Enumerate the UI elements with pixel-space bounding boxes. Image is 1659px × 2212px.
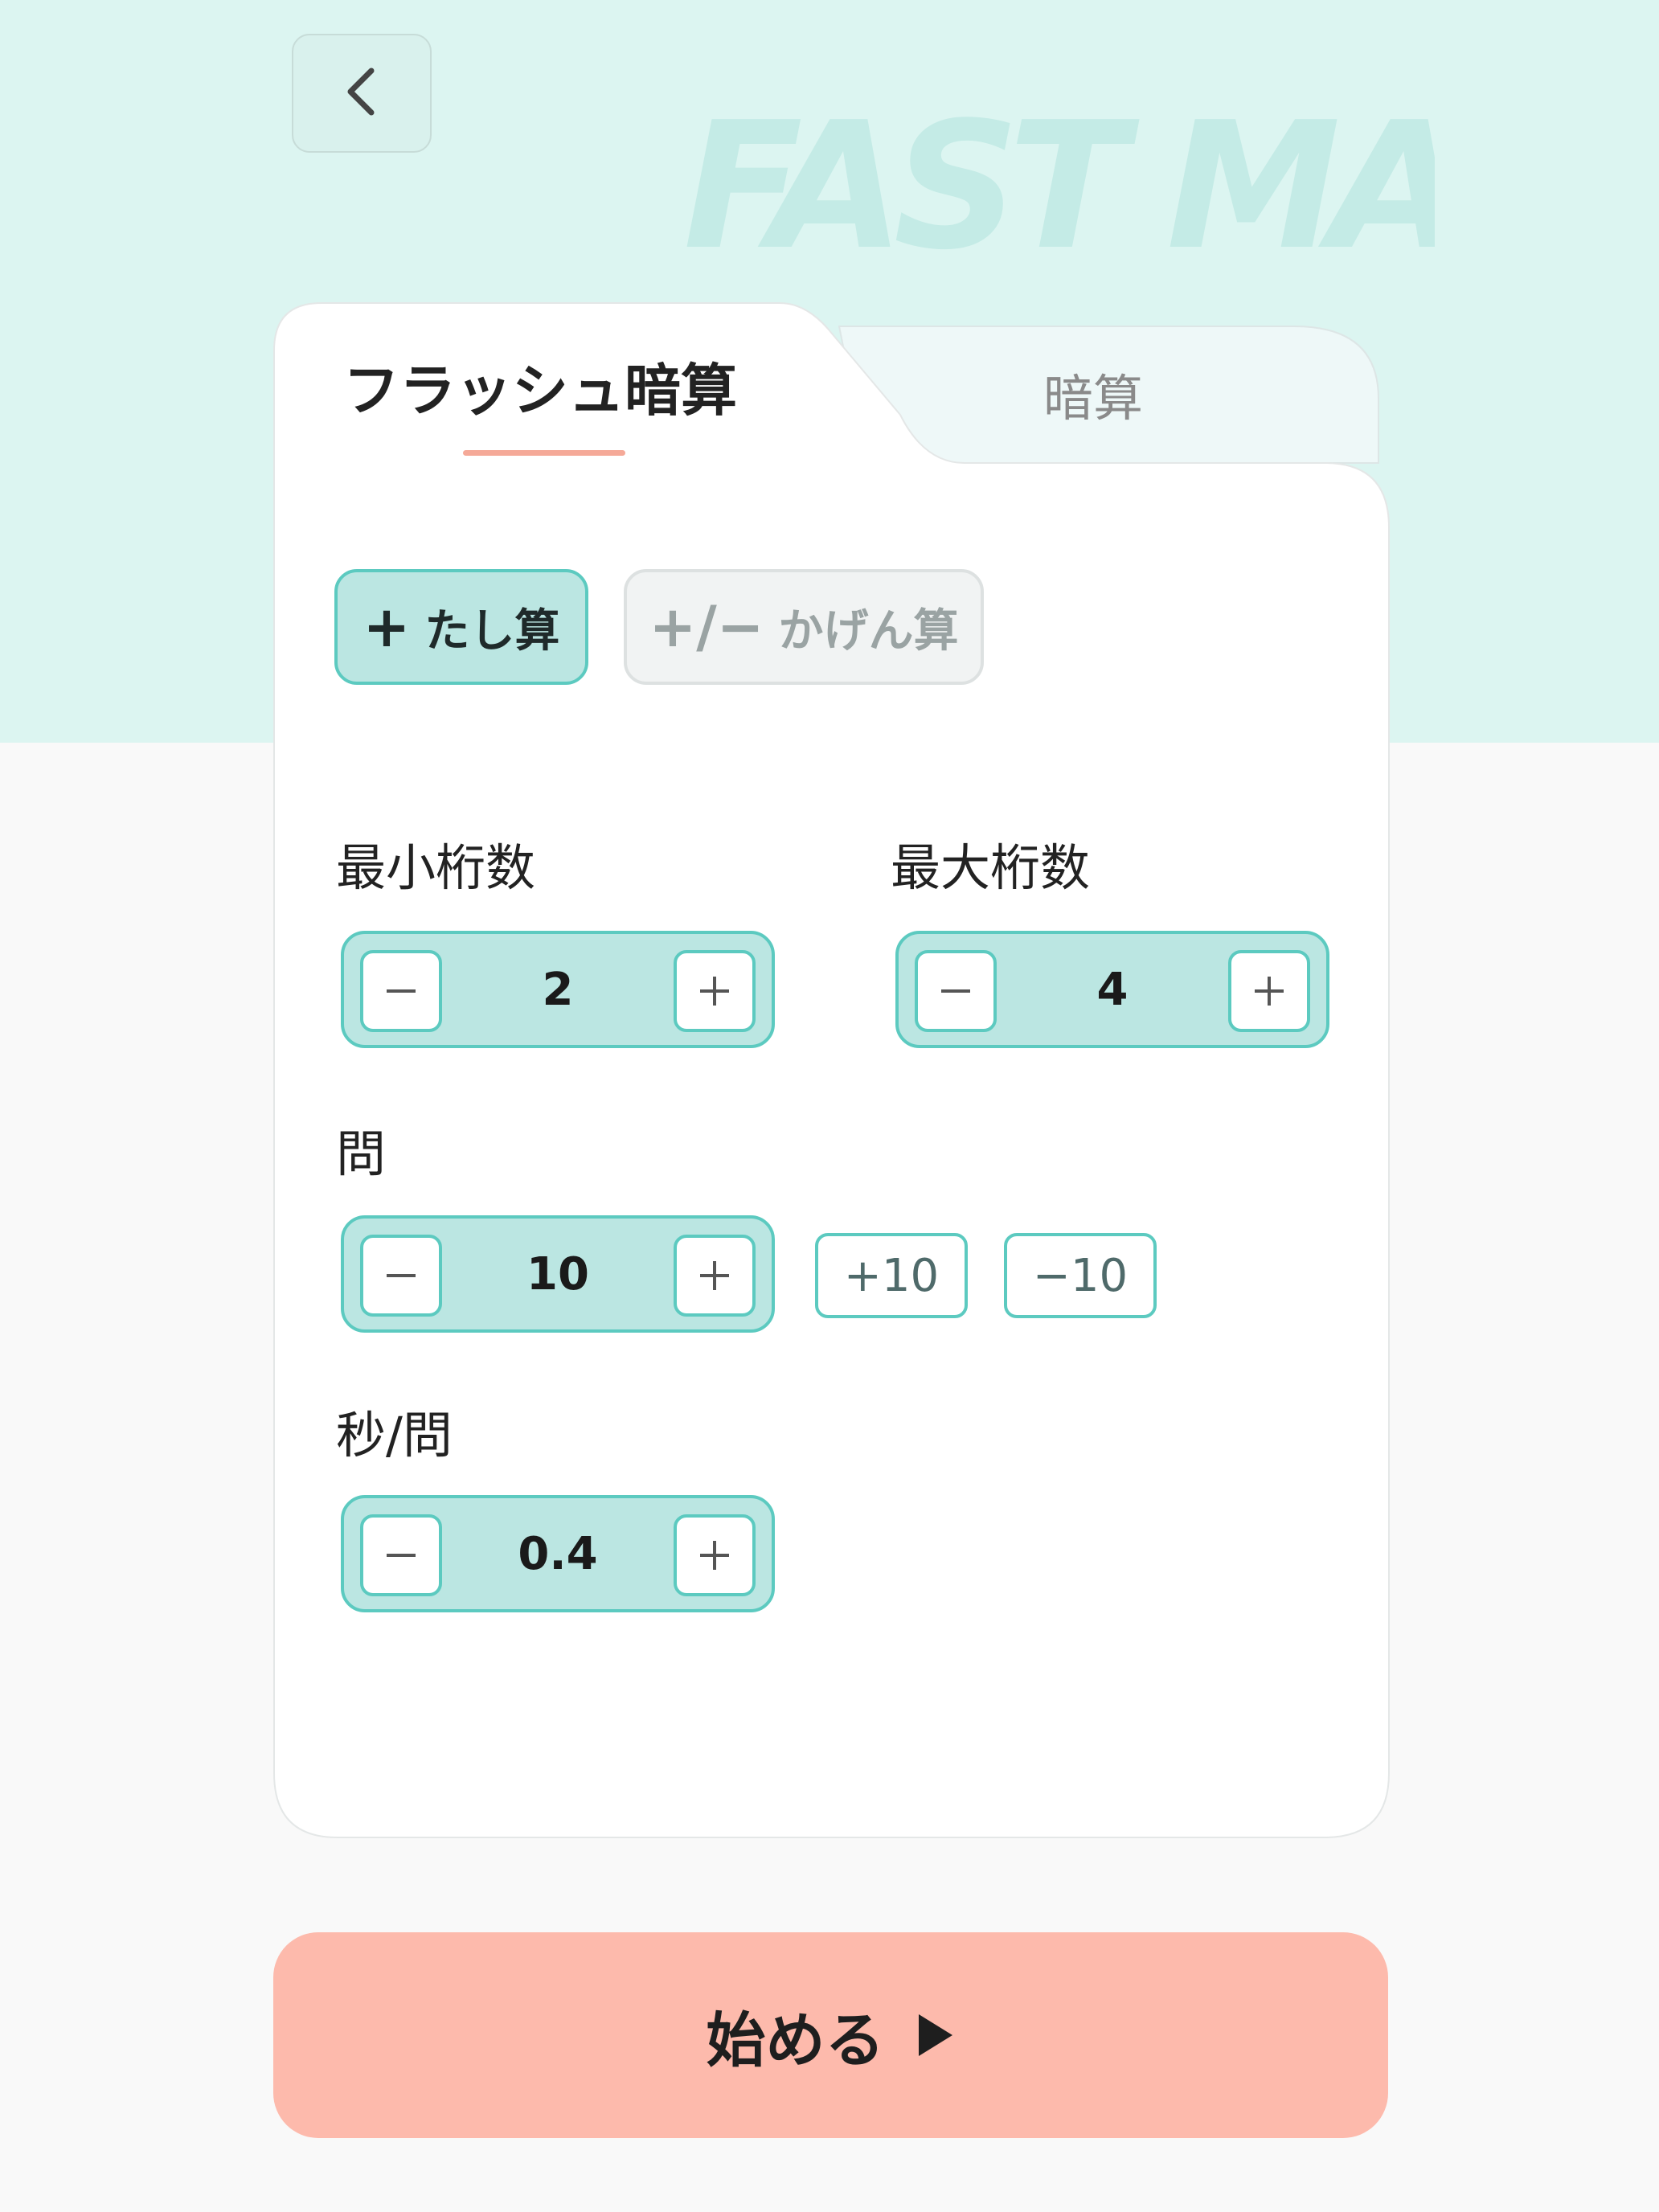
back-button[interactable] xyxy=(292,34,432,153)
plus-icon: + xyxy=(363,594,411,660)
seconds-per-question-label: 秒/問 xyxy=(336,1406,453,1464)
tab-anzan[interactable]: 暗算 xyxy=(892,330,1294,458)
addition-button[interactable]: + たし算 xyxy=(334,569,588,685)
addition-label: たし算 xyxy=(424,604,560,657)
min-digits-stepper: 2 xyxy=(341,931,775,1048)
max-digits-stepper: 4 xyxy=(895,931,1329,1048)
minus-icon xyxy=(941,989,970,993)
seconds-increment-button[interactable] xyxy=(674,1514,756,1596)
questions-value: 10 xyxy=(526,1247,589,1301)
questions-increment-button[interactable] xyxy=(674,1235,756,1317)
max-digits-label: 最大桁数 xyxy=(891,838,1091,897)
brand-watermark: FAST MATH xyxy=(683,95,1435,280)
start-button[interactable]: 始める xyxy=(273,1932,1388,2138)
tab-flash-anzan[interactable]: フラッシュ暗算 xyxy=(343,358,737,423)
max-digits-decrement-button[interactable] xyxy=(915,950,997,1032)
max-digits-value: 4 xyxy=(1096,963,1129,1016)
add-subtract-label: かげん算 xyxy=(778,604,959,657)
minus-icon xyxy=(387,1554,416,1557)
max-digits-increment-button[interactable] xyxy=(1228,950,1310,1032)
seconds-decrement-button[interactable] xyxy=(360,1514,442,1596)
min-digits-decrement-button[interactable] xyxy=(360,950,442,1032)
plus-icon xyxy=(1255,977,1284,1006)
plus-icon xyxy=(700,1541,729,1570)
questions-stepper: 10 xyxy=(341,1215,775,1333)
add-subtract-button[interactable]: +/− かげん算 xyxy=(624,569,984,685)
plus-minus-icon: +/− xyxy=(649,594,764,660)
minus-icon xyxy=(387,1274,416,1277)
questions-plus-10-button[interactable]: +10 xyxy=(815,1233,968,1318)
play-icon xyxy=(918,2014,952,2056)
min-digits-value: 2 xyxy=(542,963,574,1016)
chevron-left-icon xyxy=(342,66,381,121)
min-digits-label: 最小桁数 xyxy=(336,838,536,897)
tab-anzan-label: 暗算 xyxy=(1043,369,1143,428)
plus-icon xyxy=(700,977,729,1006)
questions-decrement-button[interactable] xyxy=(360,1235,442,1317)
active-tab-indicator xyxy=(463,450,625,456)
questions-minus-10-button[interactable]: −10 xyxy=(1004,1233,1157,1318)
min-digits-increment-button[interactable] xyxy=(674,950,756,1032)
seconds-per-question-value: 0.4 xyxy=(518,1527,598,1580)
plus-icon xyxy=(700,1261,729,1290)
seconds-per-question-stepper: 0.4 xyxy=(341,1495,775,1612)
questions-label: 問 xyxy=(336,1124,387,1183)
minus-icon xyxy=(387,989,416,993)
start-label: 始める xyxy=(706,2005,885,2075)
